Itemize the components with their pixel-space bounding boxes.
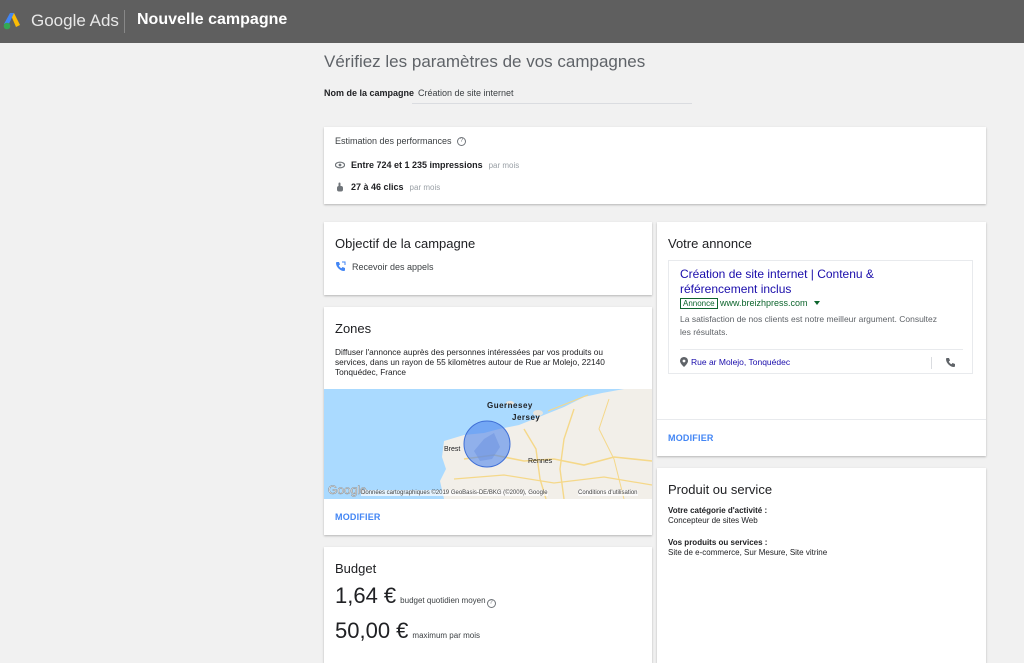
ad-badge: Annonce [680,298,718,309]
ad-title: Votre annonce [668,236,752,251]
map-label-jersey: Jersey [512,413,541,422]
product-card: Produit ou service Votre catégorie d'act… [657,468,986,663]
objective-item: Recevoir des appels [335,261,434,272]
objective-label: Recevoir des appels [352,261,434,272]
monthly-budget-value: 50,00 € [335,618,409,643]
ad-card: Votre annonce Création de site internet … [657,222,986,456]
eye-icon [335,161,345,169]
daily-budget-value: 1,64 € [335,583,397,608]
clicks-unit: par mois [409,182,441,192]
dropdown-arrow-icon[interactable] [814,301,820,305]
ad-display-url[interactable]: www.breizhpress.com [720,298,808,308]
services-label: Vos produits ou services : [668,538,768,547]
click-icon [337,182,343,192]
campaign-name-input[interactable]: Création de site internet [418,88,514,98]
ad-headline[interactable]: Création de site internet | Contenu & ré… [680,267,940,297]
impressions-row: Entre 724 et 1 235 impressions par mois [335,160,519,170]
performance-title: Estimation des performances [335,136,452,146]
ad-divider [680,349,963,350]
header-divider [124,10,125,33]
map-label-rennes: Rennes [528,458,553,465]
performance-card: Estimation des performances ? Entre 724 … [324,127,986,204]
services-value: Site de e-commerce, Sur Mesure, Site vit… [668,548,828,557]
clicks-estimate: 27 à 46 clics [351,182,404,192]
ad-location-extension[interactable]: Rue ar Molejo, Tonquédec [680,357,790,367]
ad-description: La satisfaction de nos clients est notre… [680,314,938,337]
daily-budget-row: 1,64 € budget quotidien moyen ? [335,583,496,609]
category-value: Concepteur de sites Web [668,516,758,525]
monthly-budget-row: 50,00 € maximum par mois [335,618,480,644]
budget-card: Budget 1,64 € budget quotidien moyen ? 5… [324,547,652,663]
campaign-name-underline [412,103,692,104]
budget-help-icon[interactable]: ? [486,599,496,608]
daily-budget-label: budget quotidien moyen [400,596,486,605]
top-bar: Google Ads Nouvelle campagne [0,0,1024,43]
budget-title: Budget [335,561,377,576]
ad-preview: Création de site internet | Contenu & ré… [668,260,973,374]
brand-name[interactable]: Google Ads [31,11,119,31]
objective-card: Objectif de la campagne Recevoir des app… [324,222,652,295]
product-title: Produit ou service [668,482,773,497]
category-label: Votre catégorie d'activité : [668,506,768,515]
impressions-unit: par mois [488,160,520,170]
objective-title: Objectif de la campagne [335,236,476,251]
ad-extension-separator [931,357,932,369]
zones-modify-button[interactable]: MODIFIER [335,512,381,522]
location-pin-icon [680,357,688,367]
map-terms-link[interactable]: Conditions d'utilisation [578,490,638,496]
review-heading: Vérifiez les paramètres de vos campagnes [324,52,646,71]
map-label-brest: Brest [444,446,461,453]
zone-map[interactable]: Google Guernesey Jersey Brest Rennes Don… [324,389,652,499]
ad-card-divider [657,419,986,420]
ad-modify-button[interactable]: MODIFIER [668,433,714,443]
impressions-estimate: Entre 724 et 1 235 impressions [351,160,483,170]
monthly-budget-label: maximum par mois [412,631,480,640]
page-title: Nouvelle campagne [137,11,288,28]
zones-card: Zones Diffuser l'annonce auprès des pers… [324,307,652,535]
phone-icon[interactable] [945,357,956,368]
phone-call-icon [336,261,346,271]
zones-description: Diffuser l'annonce auprès des personnes … [335,347,605,377]
campaign-name-label: Nom de la campagne [324,88,415,98]
help-icon[interactable]: ? [457,137,466,146]
google-ads-logo-icon[interactable] [3,12,23,30]
ad-location-text: Rue ar Molejo, Tonquédec [691,357,791,367]
clicks-row: 27 à 46 clics par mois [335,182,440,192]
map-attribution: Données cartographiques ©2019 GeoBasis-D… [361,490,548,496]
zones-title: Zones [335,321,372,336]
map-label-guernesey: Guernesey [487,401,533,410]
